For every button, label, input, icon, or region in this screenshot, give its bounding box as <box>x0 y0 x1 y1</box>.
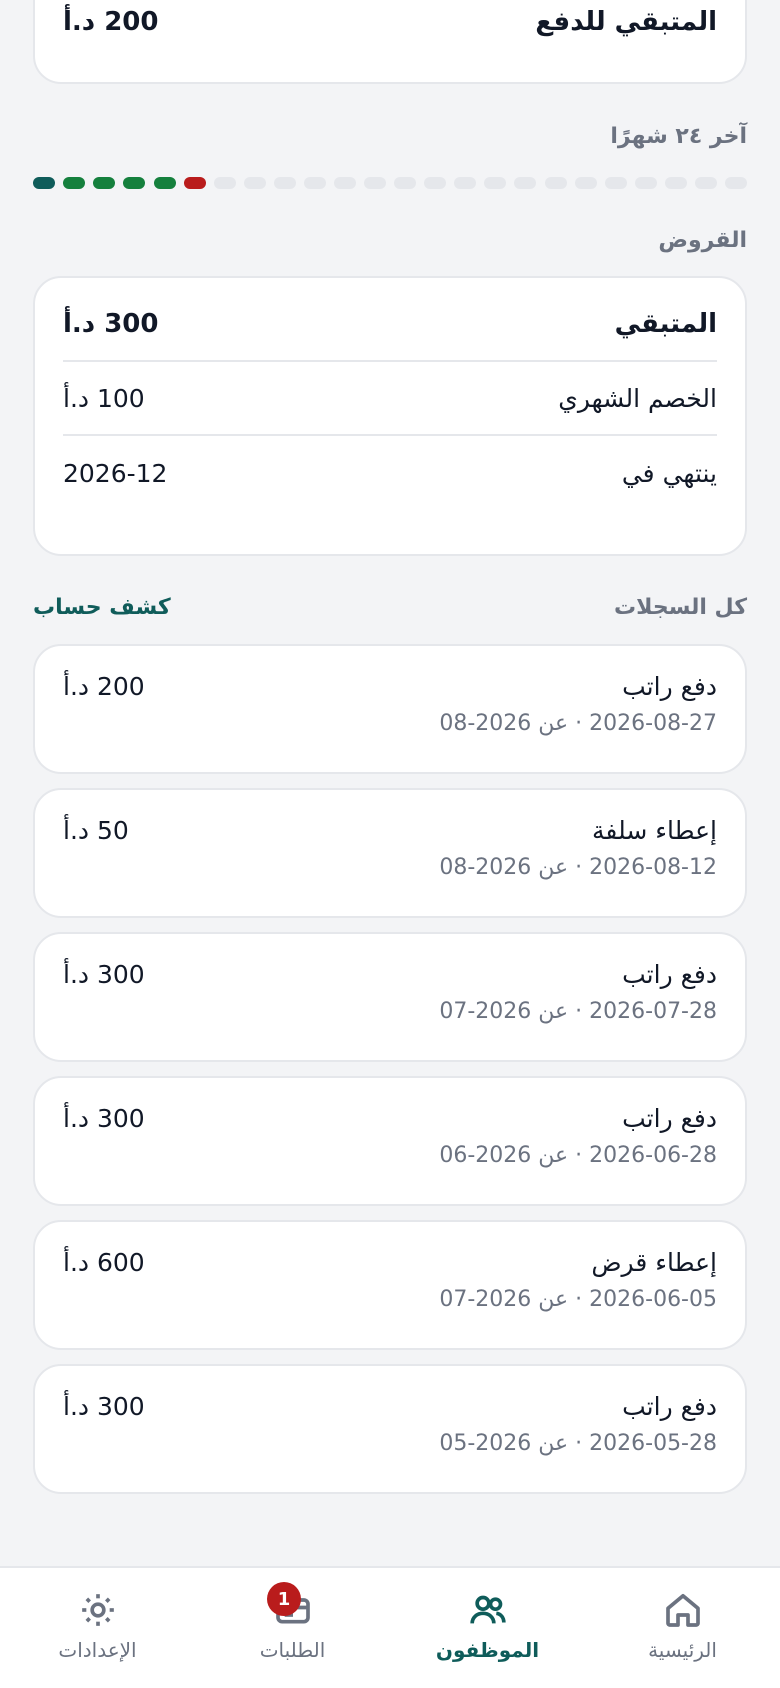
record-card[interactable]: دفع راتب 300 د.أ 2026-07-28 · عن 2026-07 <box>33 932 747 1062</box>
loan-remaining-label: المتبقي <box>614 309 717 339</box>
nav-employees[interactable]: الموظفون <box>390 1568 585 1688</box>
history-dot <box>694 177 717 189</box>
record-title: دفع راتب <box>622 1104 717 1133</box>
nav-requests-label: الطلبات <box>259 1638 326 1662</box>
record-date: 2026-07-28 · عن 2026-07 <box>439 999 717 1024</box>
bottom-nav: الرئيسية الموظفون 1 الطلبات الإعدادات <box>0 1566 780 1688</box>
record-card[interactable]: إعطاء قرض 600 د.أ 2026-06-05 · عن 2026-07 <box>33 1220 747 1350</box>
loans-card: المتبقي 300 د.أ الخصم الشهري 100 د.أ ينت… <box>33 276 747 556</box>
record-card[interactable]: دفع راتب 300 د.أ 2026-05-28 · عن 2026-05 <box>33 1364 747 1494</box>
record-title: دفع راتب <box>622 960 717 989</box>
record-title: إعطاء سلفة <box>592 816 717 845</box>
users-icon <box>469 1595 506 1624</box>
loan-monthly-value: 100 د.أ <box>63 383 145 413</box>
record-card[interactable]: إعطاء سلفة 50 د.أ 2026-08-12 · عن 2026-08 <box>33 788 747 918</box>
nav-home[interactable]: الرئيسية <box>585 1568 780 1688</box>
loan-ends-label: ينتهي في <box>621 458 717 488</box>
record-amount: 200 د.أ <box>63 672 145 701</box>
remaining-row: المتبقي للدفع 200 د.أ <box>63 2 717 42</box>
page: المتبقي للدفع 200 د.أ آخر ٢٤ شهرًا القرو… <box>0 0 780 1566</box>
payment-history-dots <box>33 177 747 191</box>
history-dot <box>333 177 356 189</box>
home-icon <box>665 1594 700 1627</box>
record-amount: 300 د.أ <box>63 1392 145 1421</box>
remaining-summary-card: المتبقي للدفع 200 د.أ <box>33 0 747 84</box>
history-dot <box>394 177 417 189</box>
history-dot <box>604 177 627 189</box>
history-dot <box>725 177 747 189</box>
record-date: 2026-08-27 · عن 2026-08 <box>439 711 717 736</box>
nav-settings-label: الإعدادات <box>58 1638 137 1662</box>
record-title: إعطاء قرض <box>591 1248 717 1277</box>
record-card[interactable]: دفع راتب 300 د.أ 2026-06-28 · عن 2026-06 <box>33 1076 747 1206</box>
history-dot <box>664 177 687 189</box>
nav-employees-label: الموظفون <box>435 1638 540 1662</box>
history-dot <box>574 177 597 189</box>
history-dot <box>454 177 477 189</box>
record-title: دفع راتب <box>622 1392 717 1421</box>
history-dot <box>183 177 206 189</box>
loan-monthly-row: الخصم الشهري 100 د.أ <box>63 362 717 436</box>
history-dot <box>484 177 507 189</box>
record-amount: 600 د.أ <box>63 1248 145 1277</box>
loan-remaining-value: 300 د.أ <box>63 309 159 339</box>
record-amount: 300 د.أ <box>63 960 145 989</box>
record-amount: 300 د.أ <box>63 1104 145 1133</box>
history-dot <box>273 177 296 189</box>
history-dot <box>514 177 537 189</box>
remaining-label: المتبقي للدفع <box>535 7 717 37</box>
statement-link[interactable]: كشف حساب <box>33 595 171 620</box>
history-dot <box>123 177 146 189</box>
history-dot <box>213 177 236 189</box>
history-dot <box>153 177 176 189</box>
history-dot <box>93 177 116 189</box>
remaining-value: 200 د.أ <box>63 7 159 37</box>
history-dot <box>544 177 567 189</box>
records-header: كل السجلات كشف حساب <box>33 592 747 622</box>
records-title: كل السجلات <box>614 594 747 620</box>
record-date: 2026-06-05 · عن 2026-07 <box>439 1287 717 1312</box>
record-date: 2026-08-12 · عن 2026-08 <box>439 855 717 880</box>
record-date: 2026-06-28 · عن 2026-06 <box>439 1143 717 1168</box>
record-amount: 50 د.أ <box>63 816 129 845</box>
history-dot <box>364 177 387 189</box>
record-card[interactable]: دفع راتب 200 د.أ 2026-08-27 · عن 2026-08 <box>33 644 747 774</box>
record-date: 2026-05-28 · عن 2026-05 <box>439 1431 717 1456</box>
history-dot <box>634 177 657 189</box>
history-dot <box>33 177 56 189</box>
nav-settings[interactable]: الإعدادات <box>0 1568 195 1688</box>
loans-label: القروض <box>658 228 747 253</box>
loan-ends-value: 2026-12 <box>63 458 168 488</box>
loan-ends-row: ينتهي في 2026-12 <box>63 436 717 510</box>
requests-badge: 1 <box>267 1582 301 1616</box>
nav-home-label: الرئيسية <box>648 1638 717 1662</box>
sun-gear-icon <box>81 1594 114 1626</box>
history-dot <box>303 177 326 189</box>
loan-remaining-row: المتبقي 300 د.أ <box>63 288 717 362</box>
history-label: آخر ٢٤ شهرًا <box>610 124 747 149</box>
history-dot <box>243 177 266 189</box>
record-title: دفع راتب <box>622 672 717 701</box>
nav-requests[interactable]: 1 الطلبات <box>195 1568 390 1688</box>
loan-monthly-label: الخصم الشهري <box>558 383 717 413</box>
history-dot <box>63 177 86 189</box>
history-dot <box>424 177 447 189</box>
